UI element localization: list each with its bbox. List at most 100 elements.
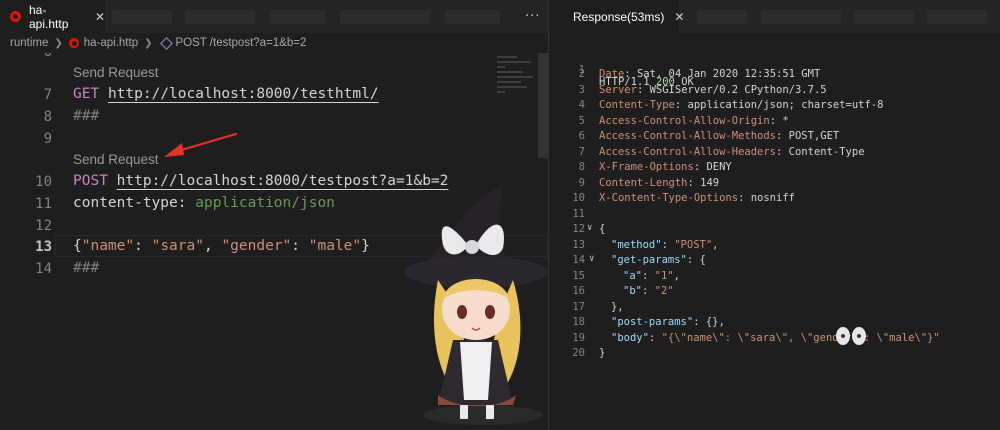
send-request-codelens[interactable]: Send Request bbox=[73, 65, 159, 80]
header-value: : DENY bbox=[693, 161, 732, 173]
json-brace: : { bbox=[686, 254, 706, 266]
code-line-10: POST http://localhost:8000/testpost?a=1&… bbox=[73, 173, 448, 189]
blurred-tab bbox=[270, 10, 325, 24]
json-comma: , bbox=[203, 238, 222, 254]
json-value: : {}, bbox=[693, 316, 725, 328]
blurred-tab bbox=[185, 10, 255, 24]
json-value: "sara" bbox=[151, 238, 204, 254]
symbol-method-icon bbox=[159, 36, 173, 50]
close-icon[interactable]: ✕ bbox=[95, 10, 105, 24]
http-method: POST bbox=[73, 173, 108, 189]
line-number: 5 bbox=[578, 114, 585, 127]
json-brace: }, bbox=[611, 300, 624, 313]
json-value: "2" bbox=[654, 285, 674, 297]
fold-chevron-icon[interactable]: ∨ bbox=[587, 223, 592, 233]
breadcrumb-file[interactable]: ha-api.http bbox=[68, 37, 139, 49]
more-actions-icon[interactable]: ··· bbox=[525, 9, 540, 24]
header-value: : 149 bbox=[687, 176, 720, 189]
line-number: 7 bbox=[43, 87, 52, 103]
tab-response[interactable]: Response(53ms) ✕ bbox=[549, 0, 684, 33]
header-name: Access-Control-Allow-Methods bbox=[599, 130, 777, 142]
header-name: X-Frame-Options bbox=[599, 161, 694, 173]
line-number: 12 bbox=[572, 223, 585, 235]
api-file-icon bbox=[68, 38, 79, 48]
breadcrumb: runtime ❯ ha-api.http ❯ POST /testpost?a… bbox=[0, 33, 548, 53]
http-method: GET bbox=[73, 86, 100, 102]
line-number: 14 bbox=[572, 254, 585, 266]
json-brace: } bbox=[599, 347, 606, 359]
blurred-tab bbox=[340, 10, 430, 24]
header-name: X-Content-Type-Options bbox=[599, 192, 739, 204]
chevron-right-icon: ❯ bbox=[54, 37, 63, 49]
close-icon[interactable]: ✕ bbox=[674, 10, 684, 24]
blurred-tab bbox=[761, 10, 841, 24]
header-value: : Content-Type bbox=[776, 145, 865, 158]
json-brace: } bbox=[361, 238, 370, 254]
line-number: 11 bbox=[35, 196, 52, 212]
line-number: 14 bbox=[35, 261, 52, 277]
breadcrumb-request[interactable]: POST /testpost?a=1&b=2 bbox=[176, 37, 307, 49]
breadcrumb-file-label: ha-api.http bbox=[83, 37, 139, 49]
header-name: Access-Control-Allow-Headers bbox=[599, 145, 777, 158]
line-number: 19 bbox=[572, 331, 585, 344]
tab-label: Response(53ms) bbox=[573, 9, 665, 24]
json-key: "b" bbox=[623, 285, 642, 297]
json-key: "a" bbox=[623, 269, 642, 282]
json-value: "POST" bbox=[674, 238, 713, 251]
blurred-tab bbox=[927, 10, 987, 24]
header-value: : application/json; charset=utf-8 bbox=[674, 99, 884, 111]
header-name: Date bbox=[599, 68, 625, 80]
blurred-tab bbox=[854, 10, 914, 24]
line-number: 4 bbox=[578, 99, 585, 111]
json-key: "method" bbox=[611, 238, 662, 251]
minimap[interactable] bbox=[497, 53, 537, 113]
line-number: 11 bbox=[572, 207, 585, 220]
line-number: 8 bbox=[43, 109, 52, 125]
tab-label: ha-api.http bbox=[29, 2, 69, 31]
line-number: 9 bbox=[578, 176, 585, 189]
header-value: : WSGIServer/0.2 CPython/3.7.5 bbox=[636, 83, 827, 96]
json-colon: : bbox=[134, 238, 152, 254]
line-number: 9 bbox=[43, 131, 52, 147]
header-value: : * bbox=[769, 114, 789, 127]
request-url[interactable]: http://localhost:8000/testhtml/ bbox=[108, 86, 379, 102]
request-editor-group: ha-api.http ✕ ··· runtime ❯ ha-api.http … bbox=[0, 0, 548, 430]
tab-ha-api-http[interactable]: ha-api.http ✕ bbox=[0, 0, 105, 33]
code-line-7: GET http://localhost:8000/testhtml/ bbox=[73, 86, 379, 102]
json-key: "body" bbox=[611, 331, 649, 344]
line-number: 15 bbox=[572, 269, 585, 282]
line-number-active: 13 bbox=[35, 239, 52, 255]
line-number: 18 bbox=[572, 316, 585, 328]
line-number: 8 bbox=[578, 161, 585, 173]
chevron-right-icon: ❯ bbox=[144, 37, 153, 49]
response-editor-group: Response(53ms) ✕ 1 HTTP/1.1 200 OK 2 Date… bbox=[548, 0, 1000, 430]
json-colon: : bbox=[291, 238, 309, 254]
header-value: application/json bbox=[195, 195, 335, 211]
annotation-arrow bbox=[164, 132, 238, 157]
blurred-tab bbox=[445, 10, 500, 24]
send-request-codelens[interactable]: Send Request bbox=[73, 152, 159, 167]
json-value: "male" bbox=[308, 238, 362, 254]
json-key: "gender" bbox=[221, 238, 292, 254]
doodle-sticker bbox=[836, 327, 866, 345]
json-value: "{\"name\": \"sara\", \"gender\": \"male… bbox=[661, 331, 940, 344]
line-number: 10 bbox=[35, 174, 52, 190]
json-value: "1" bbox=[654, 269, 674, 282]
line-number: 6 bbox=[578, 130, 585, 142]
request-separator: ### bbox=[73, 108, 100, 124]
line-number: 20 bbox=[572, 347, 585, 359]
header-name: Server bbox=[599, 83, 637, 96]
header-name: Content-Type bbox=[599, 99, 675, 111]
header-value: : nosniff bbox=[738, 192, 795, 204]
json-brace: { bbox=[73, 238, 82, 254]
vertical-scrollbar[interactable] bbox=[538, 53, 548, 158]
fold-chevron-icon[interactable]: ∨ bbox=[589, 254, 594, 264]
breadcrumb-folder[interactable]: runtime bbox=[10, 37, 48, 49]
line-number: 2 bbox=[578, 68, 585, 80]
json-key: "name" bbox=[81, 238, 135, 254]
json-key: "get-params" bbox=[611, 254, 687, 266]
line-number: 6 bbox=[0, 53, 52, 60]
blurred-tab bbox=[697, 10, 747, 24]
json-brace: { bbox=[599, 223, 606, 235]
header-value: : Sat, 04 Jan 2020 12:35:51 GMT bbox=[624, 68, 821, 80]
